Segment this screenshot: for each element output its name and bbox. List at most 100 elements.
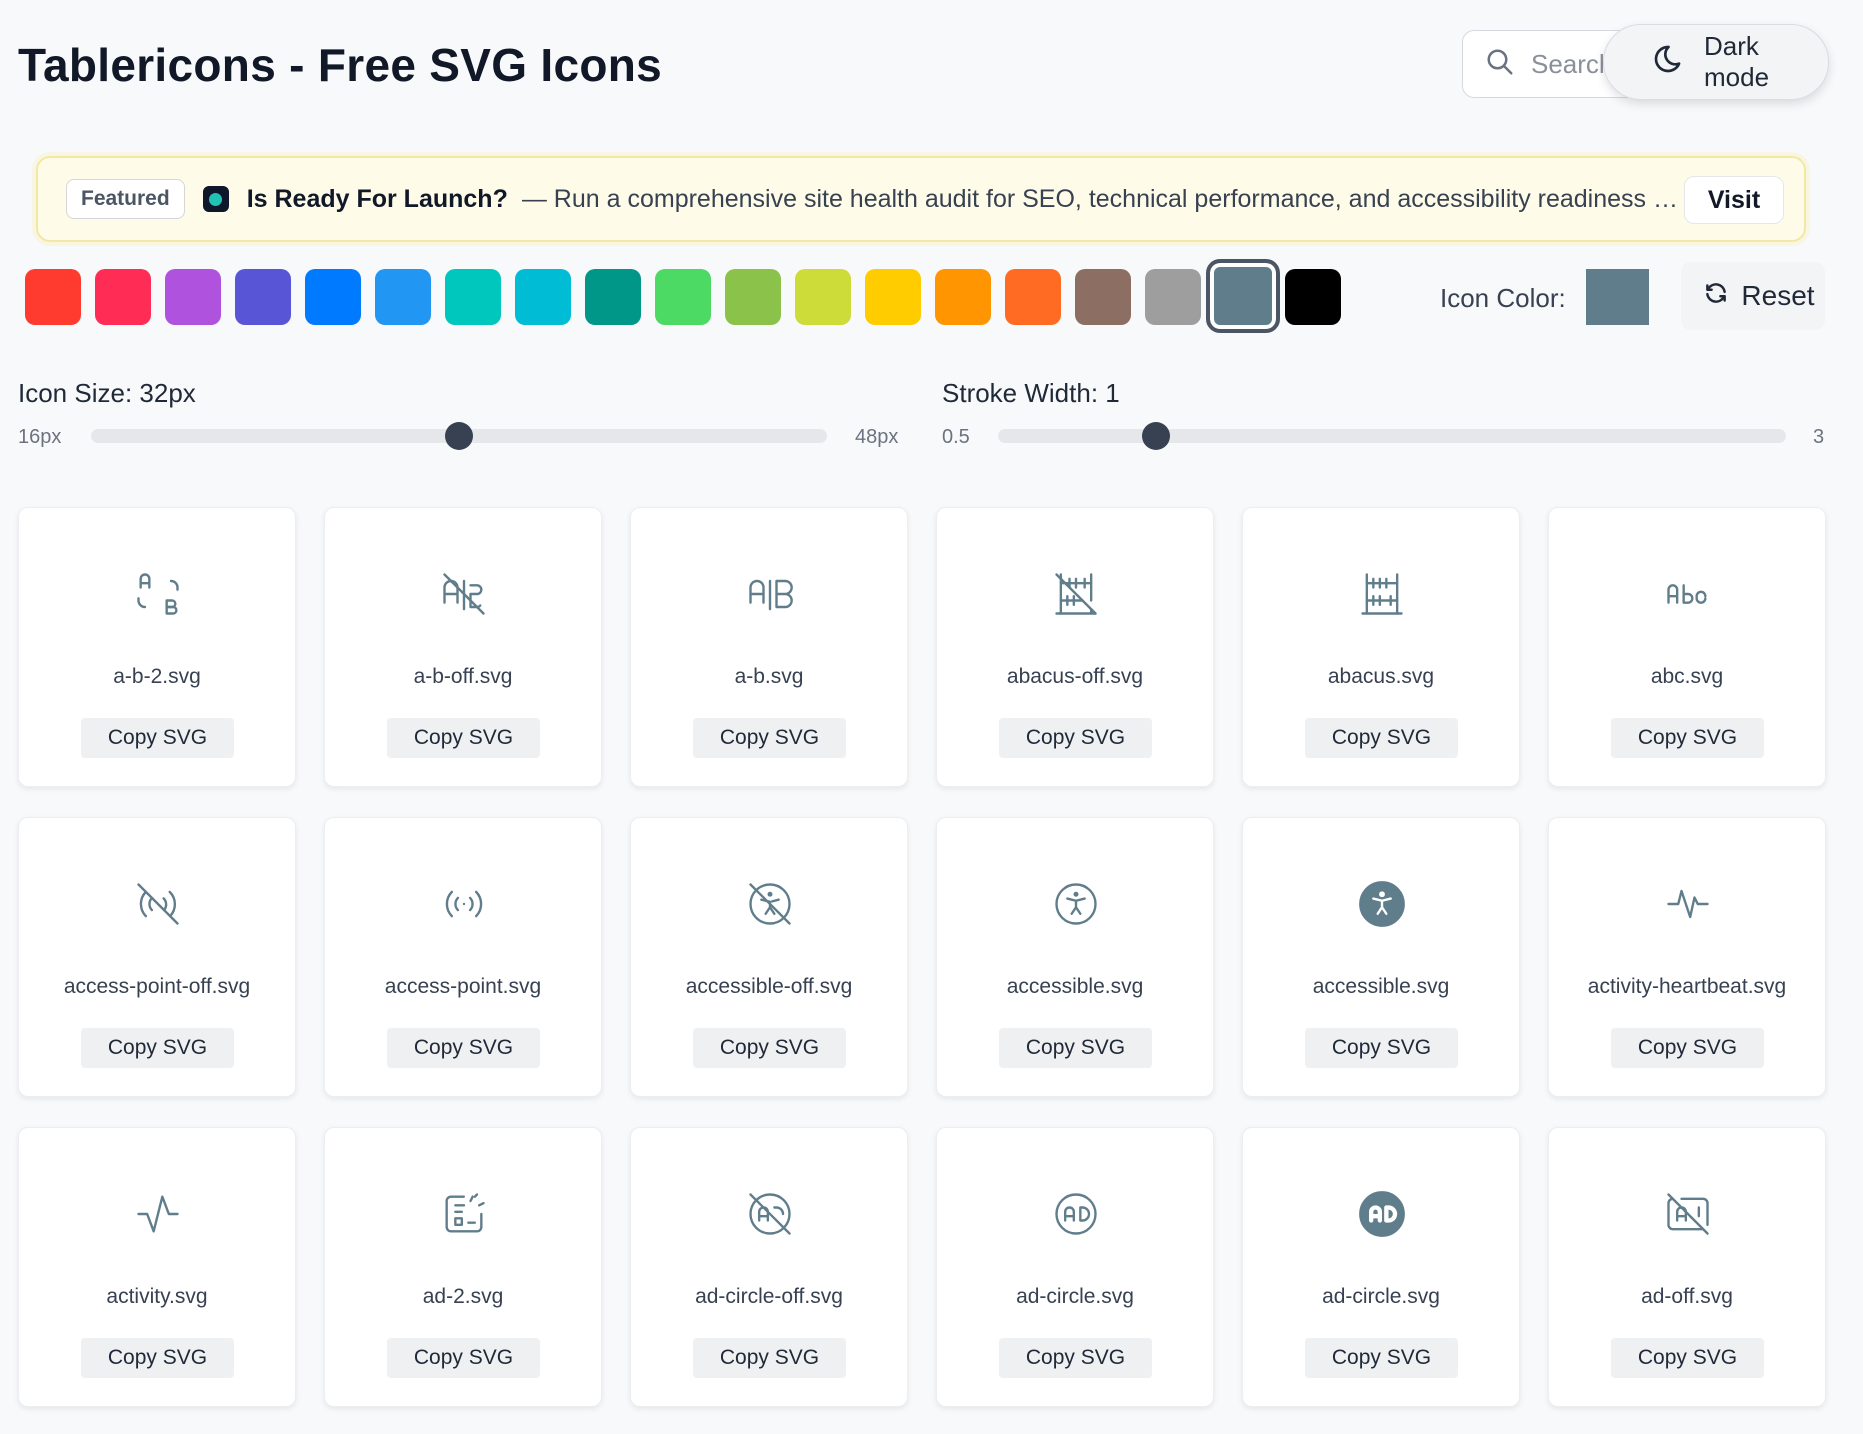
icon-card[interactable]: abacus.svg Copy SVG — [1242, 507, 1520, 787]
icon-card[interactable]: abc.svg Copy SVG — [1548, 507, 1826, 787]
banner-text: — Run a comprehensive site health audit … — [521, 184, 1682, 213]
icon-size-min: 16px — [18, 426, 62, 448]
accessible-filled-icon — [1356, 878, 1408, 930]
icon-card[interactable]: access-point-off.svg Copy SVG — [18, 817, 296, 1097]
copy-svg-button[interactable]: Copy SVG — [999, 718, 1152, 758]
icon-card[interactable]: a-b-2.svg Copy SVG — [18, 507, 296, 787]
color-swatch[interactable] — [445, 269, 501, 325]
copy-svg-button[interactable]: Copy SVG — [999, 1338, 1152, 1378]
dark-mode-label: Dark mode — [1704, 31, 1770, 92]
stroke-width-label: Stroke Width: 1 — [942, 378, 1120, 408]
access-point-off-icon — [132, 878, 184, 930]
icon-size-slider-thumb[interactable] — [445, 422, 473, 450]
color-swatch[interactable] — [655, 269, 711, 325]
icon-filename: accessible-off.svg — [685, 975, 853, 998]
icon-card[interactable]: ad-circle.svg Copy SVG — [1242, 1127, 1520, 1407]
reset-label: Reset — [1741, 280, 1815, 311]
ad-circle-filled-icon — [1356, 1188, 1408, 1240]
icon-card[interactable]: ad-off.svg Copy SVG — [1548, 1127, 1826, 1407]
ad-circle-off-icon — [744, 1188, 796, 1240]
color-swatch[interactable] — [1285, 269, 1341, 325]
stroke-width-slider[interactable] — [998, 429, 1786, 443]
color-swatch[interactable] — [25, 269, 81, 325]
stroke-width-slider-thumb[interactable] — [1141, 422, 1170, 450]
copy-svg-button[interactable]: Copy SVG — [693, 1338, 846, 1378]
featured-banner: Featured Is Ready For Launch? — Run a co… — [36, 156, 1806, 242]
color-swatch[interactable] — [865, 269, 921, 325]
icon-card[interactable]: ad-2.svg Copy SVG — [324, 1127, 602, 1407]
icon-filename: access-point-off.svg — [63, 975, 251, 998]
accessible-off-icon — [744, 878, 796, 930]
copy-svg-button[interactable]: Copy SVG — [1611, 1028, 1764, 1068]
color-swatch[interactable] — [1145, 269, 1201, 325]
icon-filename: abacus-off.svg — [1006, 665, 1144, 688]
icon-card[interactable]: accessible-off.svg Copy SVG — [630, 817, 908, 1097]
a-b-2-icon — [132, 568, 184, 620]
icon-filename: abc.svg — [1650, 665, 1724, 688]
ad-2-icon — [438, 1188, 490, 1240]
icon-filename: a-b-off.svg — [413, 665, 513, 688]
copy-svg-button[interactable]: Copy SVG — [1611, 718, 1764, 758]
site-logo-icon — [202, 186, 229, 212]
abc-icon — [1662, 568, 1714, 620]
icon-card[interactable]: accessible.svg Copy SVG — [1242, 817, 1520, 1097]
icon-filename: accessible.svg — [1312, 975, 1450, 998]
color-swatch[interactable] — [1005, 269, 1061, 325]
color-swatch[interactable] — [95, 269, 151, 325]
copy-svg-button[interactable]: Copy SVG — [81, 1338, 234, 1378]
visit-button[interactable]: Visit — [1684, 176, 1784, 224]
copy-svg-button[interactable]: Copy SVG — [999, 1028, 1152, 1068]
abacus-off-icon — [1050, 568, 1102, 620]
color-swatch[interactable] — [235, 269, 291, 325]
icon-card[interactable]: access-point.svg Copy SVG — [324, 817, 602, 1097]
copy-svg-button[interactable]: Copy SVG — [81, 718, 234, 758]
icon-filename: activity.svg — [106, 1285, 208, 1308]
copy-svg-button[interactable]: Copy SVG — [387, 1028, 540, 1068]
color-swatch[interactable] — [1075, 269, 1131, 325]
copy-svg-button[interactable]: Copy SVG — [387, 718, 540, 758]
color-swatch[interactable] — [305, 269, 361, 325]
icon-filename: accessible.svg — [1006, 975, 1144, 998]
color-swatch[interactable] — [375, 269, 431, 325]
color-swatch[interactable] — [935, 269, 991, 325]
copy-svg-button[interactable]: Copy SVG — [81, 1028, 234, 1068]
icon-card[interactable]: a-b-off.svg Copy SVG — [324, 507, 602, 787]
icon-card[interactable]: activity.svg Copy SVG — [18, 1127, 296, 1407]
icon-card[interactable]: ad-circle-off.svg Copy SVG — [630, 1127, 908, 1407]
copy-svg-button[interactable]: Copy SVG — [1611, 1338, 1764, 1378]
stroke-width-max: 3 — [1813, 426, 1825, 448]
color-swatch[interactable] — [725, 269, 781, 325]
icon-filename: ad-off.svg — [1641, 1285, 1733, 1308]
ad-off-icon — [1662, 1188, 1714, 1240]
copy-svg-button[interactable]: Copy SVG — [1305, 718, 1458, 758]
color-swatch[interactable] — [515, 269, 571, 325]
icon-card[interactable]: accessible.svg Copy SVG — [936, 817, 1214, 1097]
icon-filename: ad-circle.svg — [1016, 1285, 1134, 1308]
copy-svg-button[interactable]: Copy SVG — [1305, 1028, 1458, 1068]
icon-filename: abacus.svg — [1327, 665, 1435, 688]
moon-icon — [1652, 43, 1684, 82]
color-swatch[interactable] — [1206, 259, 1280, 333]
color-swatch[interactable] — [795, 269, 851, 325]
copy-svg-button[interactable]: Copy SVG — [693, 1028, 846, 1068]
copy-svg-button[interactable]: Copy SVG — [1305, 1338, 1458, 1378]
icon-filename: activity-heartbeat.svg — [1587, 975, 1787, 998]
color-swatch[interactable] — [165, 269, 221, 325]
icon-filename: ad-2.svg — [422, 1285, 504, 1308]
icon-card[interactable]: abacus-off.svg Copy SVG — [936, 507, 1214, 787]
a-b-off-icon — [438, 568, 490, 620]
banner-title: Is Ready For Launch? — [246, 184, 508, 213]
search-icon — [1485, 47, 1515, 82]
copy-svg-button[interactable]: Copy SVG — [387, 1338, 540, 1378]
icon-card[interactable]: a-b.svg Copy SVG — [630, 507, 908, 787]
icon-color-preview[interactable] — [1586, 269, 1649, 325]
color-swatch[interactable] — [585, 269, 641, 325]
icon-filename: access-point.svg — [384, 975, 542, 998]
icon-card[interactable]: ad-circle.svg Copy SVG — [936, 1127, 1214, 1407]
featured-badge: Featured — [66, 179, 185, 219]
dark-mode-button[interactable]: Dark mode — [1603, 24, 1829, 100]
abacus-icon — [1356, 568, 1408, 620]
copy-svg-button[interactable]: Copy SVG — [693, 718, 846, 758]
icon-card[interactable]: activity-heartbeat.svg Copy SVG — [1548, 817, 1826, 1097]
reset-button[interactable]: Reset — [1681, 262, 1825, 330]
